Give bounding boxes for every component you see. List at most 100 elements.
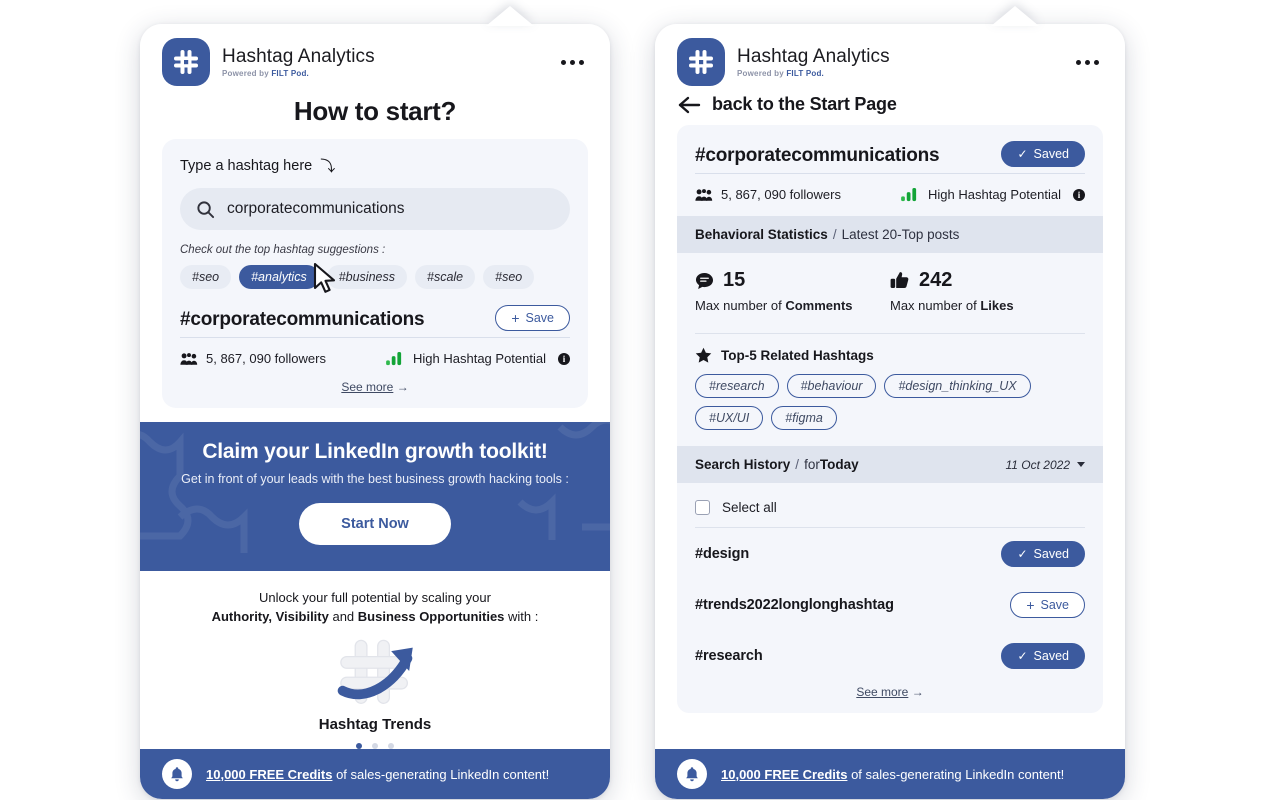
kebab-menu-icon[interactable] <box>1070 54 1105 71</box>
behavioral-title: Behavioral Statistics <box>695 227 828 242</box>
related-hashtag-chip[interactable]: #design_thinking_UX <box>884 374 1031 398</box>
unlock-line1: Unlock your full potential by scaling yo… <box>259 590 491 605</box>
app-header-right: Hashtag Analytics Powered by FILT Pod. <box>655 24 1125 90</box>
comments-value: 15 <box>723 269 746 291</box>
popup-tail-right <box>991 6 1039 26</box>
app-title: Hashtag Analytics <box>737 45 890 67</box>
footer-banner-left[interactable]: 10,000 FREE Credits of sales-generating … <box>140 749 610 799</box>
see-more-label: See more <box>856 685 909 699</box>
date-picker[interactable]: 11 Oct 2022 <box>1005 457 1085 472</box>
saved-button[interactable]: ✓ Saved <box>1001 541 1085 567</box>
unlock-mid: and <box>328 608 358 624</box>
people-icon <box>180 352 198 365</box>
save-button-label: Save <box>1040 598 1070 612</box>
followers-count: 5, 867, 090 followers <box>206 351 326 366</box>
search-input[interactable]: corporatecommunications <box>180 188 570 230</box>
related-hashtag-chip[interactable]: #UX/UI <box>695 406 764 430</box>
result-hashtag: #corporatecommunications <box>180 309 425 330</box>
saved-button-label: Saved <box>1033 547 1069 561</box>
footer-highlight: 10,000 FREE Credits <box>206 766 333 782</box>
stats-row: 15 Max number of Comments 242 Max number… <box>677 253 1103 319</box>
related-hashtag-chip[interactable]: #behaviour <box>786 374 877 398</box>
date-picker-value: 11 Oct 2022 <box>1005 457 1071 472</box>
potential-label: High Hashtag Potential <box>413 351 546 366</box>
check-icon: ✓ <box>1017 649 1028 663</box>
suggestion-chip-list: #seo #analytics #business #scale #seo <box>180 265 570 289</box>
history-hashtag: #trends2022longlonghashtag <box>695 597 894 613</box>
history-subtitle-prefix: for <box>804 457 820 472</box>
info-icon[interactable]: i <box>1073 188 1085 201</box>
unlock-bold2: Business Opportunities <box>357 608 505 624</box>
people-icon <box>695 188 713 201</box>
detail-hashtag: #corporatecommunications <box>695 145 940 166</box>
footer-rest: of sales-generating LinkedIn content! <box>332 766 550 782</box>
search-label: Type a hashtag here <box>180 157 313 174</box>
footer-highlight: 10,000 FREE Credits <box>721 766 848 782</box>
likes-caption: Max number of Likes <box>890 298 1014 313</box>
suggestion-chip[interactable]: #seo <box>483 265 535 289</box>
select-all-row[interactable]: Select all <box>695 487 1085 528</box>
history-row: #design ✓ Saved <box>695 528 1085 579</box>
select-all-label: Select all <box>722 500 777 515</box>
arrow-down-right-icon: ⤵ <box>320 158 336 175</box>
promo-notch <box>364 561 386 571</box>
suggestion-chip[interactable]: #business <box>326 265 407 289</box>
suggestion-chip[interactable]: #seo <box>180 265 232 289</box>
signal-bars-icon <box>386 351 402 366</box>
related-hashtag-chip[interactable]: #figma <box>771 406 837 430</box>
behavioral-subtitle: Latest 20-Top posts <box>841 227 960 242</box>
saved-button[interactable]: ✓ Saved <box>1001 643 1085 669</box>
app-title: Hashtag Analytics <box>222 45 375 67</box>
related-hashtag-chip[interactable]: #research <box>695 374 779 398</box>
detail-meta: 5, 867, 090 followers High Hashtag Poten… <box>695 187 1085 202</box>
signal-bars-icon <box>901 187 917 202</box>
behavioral-section-bar: Behavioral Statistics / Latest 20-Top po… <box>677 216 1103 253</box>
suggestion-chip-active[interactable]: #analytics <box>239 265 319 289</box>
hashtag-detail-header: #corporatecommunications ✓ Saved 5, 867,… <box>677 125 1103 216</box>
promo-title: Claim your LinkedIn growth toolkit! <box>202 440 548 463</box>
page-title: How to start? <box>293 96 457 126</box>
unlock-text: Unlock your full potential by scaling yo… <box>140 589 610 627</box>
hashtag-logo-icon <box>162 38 210 86</box>
history-section-bar: Search History / for Today 11 Oct 2022 <box>677 446 1103 483</box>
hashtag-trend-arrow-icon <box>337 639 413 704</box>
search-panel: Type a hashtag here ⤵ corporatecommunica… <box>162 139 588 408</box>
promo-subtitle: Get in front of your leads with the best… <box>181 472 569 486</box>
footer-text: 10,000 FREE Credits of sales-generating … <box>206 767 549 782</box>
followers-count: 5, 867, 090 followers <box>721 187 841 202</box>
see-more-link[interactable]: See more → <box>180 380 570 394</box>
comments-caption: Max number of Comments <box>695 298 853 313</box>
save-button[interactable]: + Save <box>495 305 570 331</box>
select-all-checkbox[interactable] <box>695 500 710 515</box>
history-see-more-link[interactable]: See more → <box>695 681 1085 699</box>
search-history-section: Search History / for Today 11 Oct 2022 S… <box>677 446 1103 713</box>
kebab-menu-icon[interactable] <box>555 54 590 71</box>
saved-button[interactable]: ✓ Saved <box>1001 141 1085 167</box>
back-to-start-page-button[interactable]: back to the Start Page <box>655 90 1125 125</box>
details-page-card: Hashtag Analytics Powered by FILT Pod. b… <box>655 6 1125 799</box>
footer-text: 10,000 FREE Credits of sales-generating … <box>721 767 1064 782</box>
suggestion-chip[interactable]: #scale <box>415 265 476 289</box>
bell-icon <box>162 759 192 789</box>
saved-button-label: Saved <box>1033 147 1069 161</box>
app-subtitle: Powered by FILT Pod. <box>737 68 824 78</box>
potential-block: High Hashtag Potential i <box>901 187 1085 202</box>
result-block: #corporatecommunications + Save 5, 867, … <box>180 305 570 394</box>
check-icon: ✓ <box>1017 147 1028 161</box>
history-hashtag: #research <box>695 648 763 664</box>
footer-banner-right[interactable]: 10,000 FREE Credits of sales-generating … <box>655 749 1125 799</box>
arrow-left-icon <box>678 96 701 113</box>
info-icon[interactable]: i <box>558 352 570 365</box>
suggestions-note: Check out the top hashtag suggestions : <box>180 244 386 256</box>
start-now-button[interactable]: Start Now <box>299 503 451 545</box>
related-hashtag-list: #research #behaviour #design_thinking_UX… <box>677 364 1103 446</box>
bell-icon <box>677 759 707 789</box>
save-button-label: Save <box>525 311 555 325</box>
popup-tail-left <box>486 6 534 26</box>
promo-banner: Claim your LinkedIn growth toolkit! Get … <box>140 422 610 571</box>
thumbs-up-icon <box>890 272 909 289</box>
history-hashtag: #design <box>695 546 750 562</box>
arrow-right-icon: → <box>911 685 924 699</box>
save-button[interactable]: + Save <box>1010 592 1085 618</box>
followers-block: 5, 867, 090 followers <box>180 351 326 366</box>
